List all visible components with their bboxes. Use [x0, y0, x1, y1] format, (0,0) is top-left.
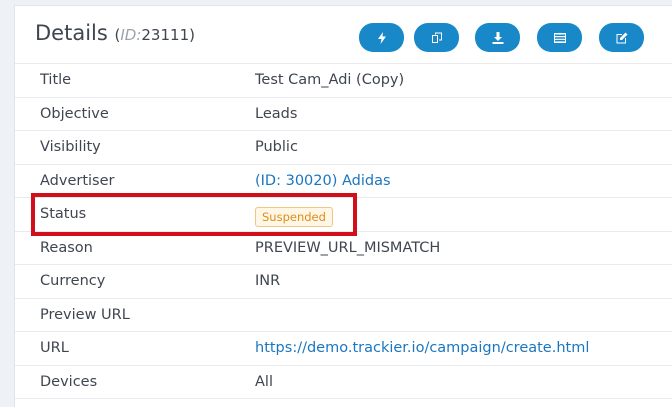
detail-row-currency: Currency INR [15, 265, 672, 299]
list-icon [553, 32, 566, 43]
detail-row-title: Title Test Cam_Adi (Copy) [15, 64, 672, 98]
url-link[interactable]: https://demo.trackier.io/campaign/create… [255, 340, 589, 356]
advertiser-link[interactable]: (ID: 30020) Adidas [255, 173, 391, 189]
row-value: All [255, 373, 273, 390]
page-title: Details (ID:23111) [35, 21, 195, 45]
row-label: Advertiser [40, 172, 115, 189]
download-button[interactable] [475, 23, 520, 52]
row-value: PREVIEW_URL_MISMATCH [255, 239, 441, 256]
row-label: Title [40, 72, 72, 88]
row-value: Test Cam_Adi (Copy) [255, 72, 405, 88]
title-text: Details [35, 21, 108, 45]
detail-row-preview-url: Preview URL [15, 299, 672, 332]
detail-row-status: Status Suspended [15, 198, 672, 232]
status-badge: Suspended [255, 207, 333, 227]
detail-row-url: URL https://demo.trackier.io/campaign/cr… [15, 332, 672, 366]
row-label: URL [40, 340, 69, 356]
id-label: ID: [120, 26, 142, 44]
details-panel: Details (ID:23111) Title Test Cam_Adi (C… [14, 5, 672, 407]
row-label: Objective [40, 105, 109, 122]
row-value: Public [255, 139, 298, 155]
row-label: Currency [40, 273, 106, 289]
row-label: Reason [40, 239, 93, 256]
row-value: Leads [255, 105, 298, 122]
download-icon [492, 31, 503, 44]
lightning-button[interactable] [359, 23, 404, 52]
copy-button[interactable] [414, 23, 459, 52]
id-value: 23111 [141, 26, 190, 44]
copy-icon [431, 32, 442, 43]
row-label: Preview URL [40, 306, 130, 323]
detail-row-devices: Devices All [15, 366, 672, 399]
edit-button[interactable] [599, 23, 644, 52]
edit-icon [616, 32, 627, 43]
list-button[interactable] [537, 23, 582, 52]
row-label: Devices [40, 373, 98, 390]
detail-row-advertiser: Advertiser (ID: 30020) Adidas [15, 165, 672, 198]
detail-row-objective: Objective Leads [15, 98, 672, 131]
row-value: INR [255, 273, 281, 289]
detail-row-reason: Reason PREVIEW_URL_MISMATCH [15, 232, 672, 265]
detail-row-visibility: Visibility Public [15, 131, 672, 165]
row-label: Status [40, 206, 87, 222]
id-paren-close: ) [189, 26, 195, 44]
panel-header: Details (ID:23111) [15, 6, 672, 64]
row-label: Visibility [40, 139, 101, 155]
details-table: Title Test Cam_Adi (Copy) Objective Lead… [15, 64, 672, 399]
lightning-icon [377, 31, 386, 44]
